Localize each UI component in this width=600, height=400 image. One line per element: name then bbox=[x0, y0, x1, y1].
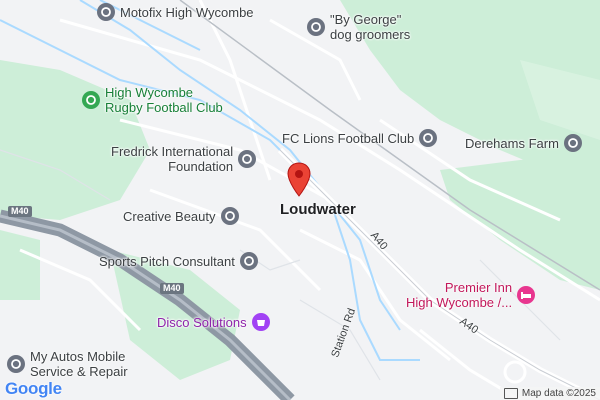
google-logo[interactable]: Google bbox=[5, 379, 62, 399]
m40-shield: M40 bbox=[8, 206, 32, 217]
location-icon bbox=[238, 150, 257, 168]
poi-label: Creative Beauty bbox=[123, 208, 216, 224]
m40-shield: M40 bbox=[160, 283, 184, 294]
poi-by-george[interactable]: "By George" dog groomers bbox=[306, 12, 410, 42]
poi-label: Fredrick International Foundation bbox=[111, 144, 234, 174]
poi-label: Premier Inn High Wycombe /... bbox=[406, 280, 513, 310]
poi-label: High Wycombe Rugby Football Club bbox=[105, 85, 223, 115]
map-canvas[interactable]: M40 M40 A40 A40 Station Rd Motofix High … bbox=[0, 0, 600, 400]
poi-label: "By George" dog groomers bbox=[330, 12, 411, 42]
poi-fc-lions[interactable]: FC Lions Football Club bbox=[282, 128, 438, 148]
poi-derehams-farm[interactable]: Derehams Farm bbox=[465, 133, 583, 153]
poi-fredrick-foundation[interactable]: Fredrick International Foundation bbox=[111, 144, 257, 174]
poi-label: Motofix High Wycombe bbox=[120, 4, 254, 20]
park-icon bbox=[82, 91, 100, 109]
poi-sports-pitch[interactable]: Sports Pitch Consultant bbox=[99, 251, 259, 271]
shopping-icon bbox=[251, 313, 270, 331]
poi-label: My Autos Mobile Service & Repair bbox=[30, 349, 128, 379]
location-icon bbox=[239, 252, 258, 270]
attribution-bar: Map data ©2025 bbox=[499, 387, 600, 400]
town-label-loudwater: Loudwater bbox=[280, 201, 356, 218]
location-marker-icon[interactable] bbox=[287, 162, 311, 198]
location-icon bbox=[563, 134, 582, 152]
location-icon bbox=[307, 18, 325, 36]
map-base-layer bbox=[0, 0, 600, 400]
poi-label: Disco Solutions bbox=[157, 314, 247, 330]
poi-disco-solutions[interactable]: Disco Solutions bbox=[157, 312, 271, 332]
keyboard-icon[interactable] bbox=[503, 388, 518, 399]
hotel-icon bbox=[517, 286, 536, 304]
location-icon bbox=[419, 129, 438, 147]
poi-rugby-club[interactable]: High Wycombe Rugby Football Club bbox=[81, 85, 223, 115]
location-icon bbox=[220, 207, 239, 225]
poi-creative-beauty[interactable]: Creative Beauty bbox=[123, 206, 240, 226]
google-logo-text: Google bbox=[5, 379, 62, 398]
poi-premier-inn[interactable]: Premier Inn High Wycombe /... bbox=[406, 280, 536, 310]
location-icon bbox=[7, 355, 25, 373]
poi-label: Derehams Farm bbox=[465, 135, 559, 151]
attribution-text[interactable]: Map data ©2025 bbox=[522, 388, 596, 399]
poi-label: Sports Pitch Consultant bbox=[99, 253, 235, 269]
poi-label: FC Lions Football Club bbox=[282, 130, 415, 146]
location-icon bbox=[97, 3, 115, 21]
poi-my-autos[interactable]: My Autos Mobile Service & Repair bbox=[6, 349, 128, 379]
poi-motofix[interactable]: Motofix High Wycombe bbox=[96, 2, 254, 22]
